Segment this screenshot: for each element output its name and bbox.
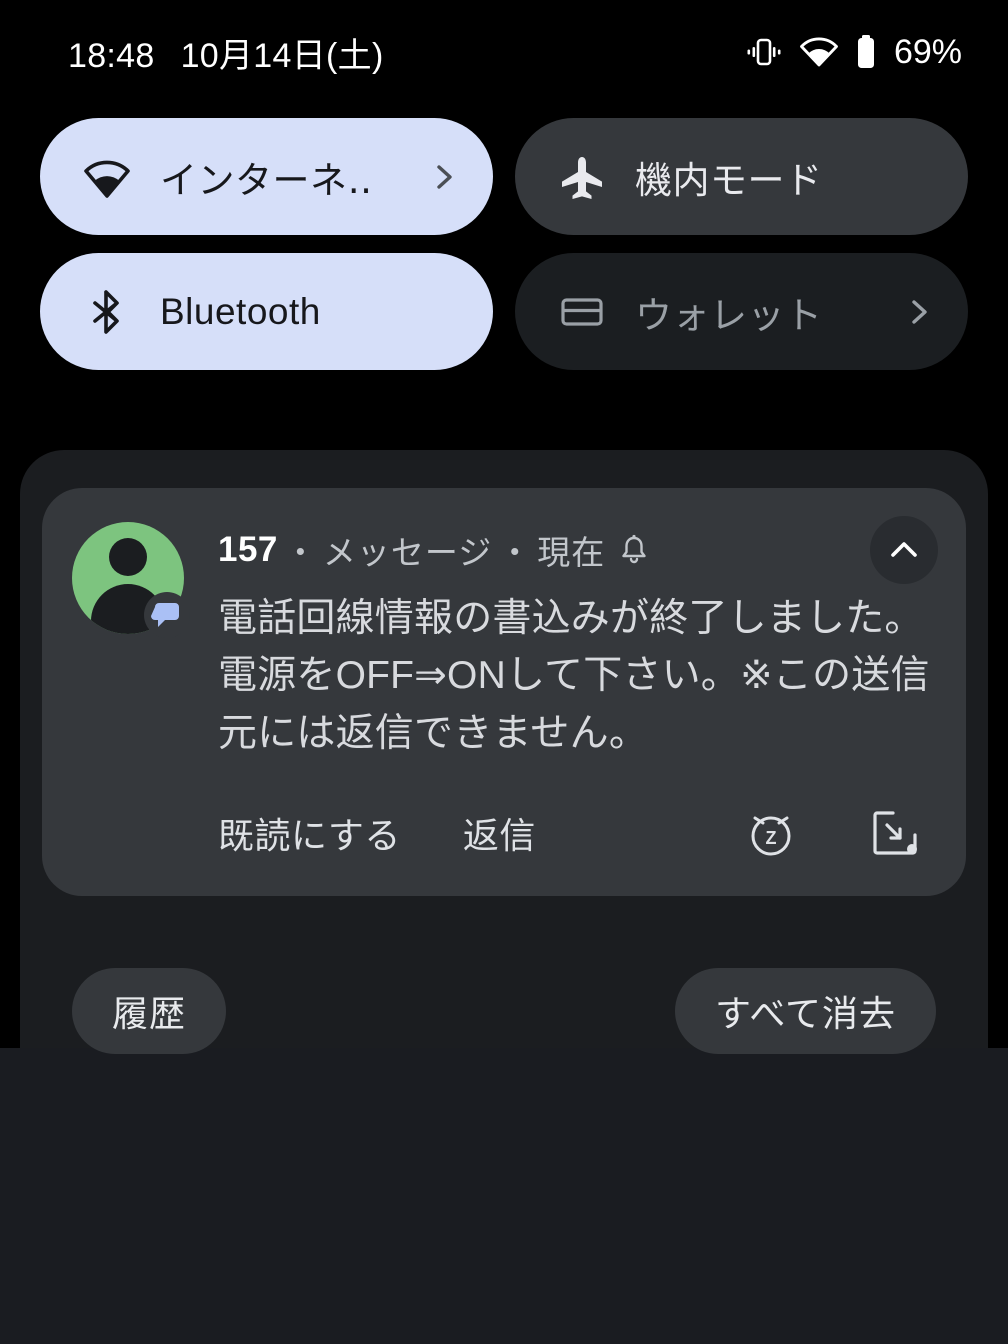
message-bubble-badge — [144, 592, 190, 638]
status-bar-right: 69% — [745, 33, 962, 72]
notification-shade-screen: 18:48 10月14日(土) 69% インターネ‥ 機内モード Bluetoo… — [0, 0, 1008, 1344]
notification-category: メッセージ — [322, 534, 493, 571]
wifi-icon — [800, 37, 838, 67]
header-separator-2: ・ — [498, 534, 532, 571]
notification-card[interactable]: 157 ・ メッセージ ・ 現在 電話回線情報の書込みが終了しました。電源をOF… — [42, 488, 966, 896]
header-separator-1: ・ — [283, 534, 317, 571]
qs-tile-bluetooth[interactable]: Bluetooth — [40, 253, 493, 370]
avatar-head-shape — [109, 538, 147, 576]
qs-tile-bluetooth-label: Bluetooth — [160, 290, 321, 332]
notification-text-column: 157 ・ メッセージ ・ 現在 電話回線情報の書込みが終了しました。電源をOF… — [218, 522, 936, 762]
svg-text:Z: Z — [766, 828, 777, 848]
qs-tile-internet[interactable]: インターネ‥ — [40, 118, 493, 235]
vibrate-icon — [747, 38, 781, 66]
notification-header: 157 ・ メッセージ ・ 現在 — [218, 526, 936, 574]
qs-tile-airplane-mode-label: 機内モード — [635, 159, 823, 201]
bluetooth-icon — [93, 289, 119, 334]
status-bar: 18:48 10月14日(土) 69% — [0, 0, 1008, 104]
notification-timestamp: 現在 — [537, 534, 606, 571]
chevron-up-icon — [891, 542, 917, 557]
notification-history-button[interactable]: 履歴 — [72, 968, 227, 1054]
wallet-icon — [561, 297, 603, 326]
qs-tile-internet-label: インターネ‥ — [160, 159, 373, 201]
qs-tile-airplane-mode[interactable]: 機内モード — [515, 118, 968, 235]
message-bubble-icon — [151, 603, 179, 627]
chevron-right-icon[interactable] — [429, 162, 459, 192]
shade-footer: 履歴 すべて消去 — [72, 968, 936, 1054]
quick-settings-panel: インターネ‥ 機内モード Bluetooth ウォレット — [40, 118, 968, 370]
snooze-button[interactable]: Z — [740, 802, 802, 864]
qs-tile-wallet[interactable]: ウォレット — [515, 253, 968, 370]
bell-icon — [622, 534, 646, 564]
battery-icon — [857, 35, 874, 68]
chevron-right-icon[interactable] — [904, 297, 934, 327]
status-date: 10月14日(土) — [180, 36, 384, 75]
open-in-bubble-icon — [873, 811, 917, 855]
notification-content: 157 ・ メッセージ ・ 現在 電話回線情報の書込みが終了しました。電源をOF… — [72, 522, 936, 762]
notification-app-name: 157 — [218, 530, 278, 569]
wifi-icon — [84, 160, 130, 198]
qs-tile-wallet-label: ウォレット — [635, 294, 823, 336]
notification-action-row: 既読にする 返信 Z — [72, 796, 936, 870]
clear-all-button[interactable]: すべて消去 — [674, 968, 936, 1054]
mark-as-read-button[interactable]: 既読にする — [218, 807, 401, 859]
open-in-bubble-button[interactable] — [864, 802, 926, 864]
notification-shade-background-fill — [0, 1048, 1008, 1344]
avatar — [72, 522, 190, 638]
snooze-alarm-icon: Z — [751, 816, 791, 856]
battery-percent-label: 69% — [893, 32, 962, 71]
airplane-icon — [562, 156, 602, 199]
reply-button[interactable]: 返信 — [463, 807, 536, 859]
notification-collapse-button[interactable] — [870, 516, 938, 584]
notification-body-text: 電話回線情報の書込みが終了しました。電源をOFF⇒ONして下さい。※この送信元に… — [218, 597, 930, 755]
status-time: 18:48 — [68, 36, 155, 75]
status-bar-left: 18:48 10月14日(土) — [68, 28, 384, 77]
